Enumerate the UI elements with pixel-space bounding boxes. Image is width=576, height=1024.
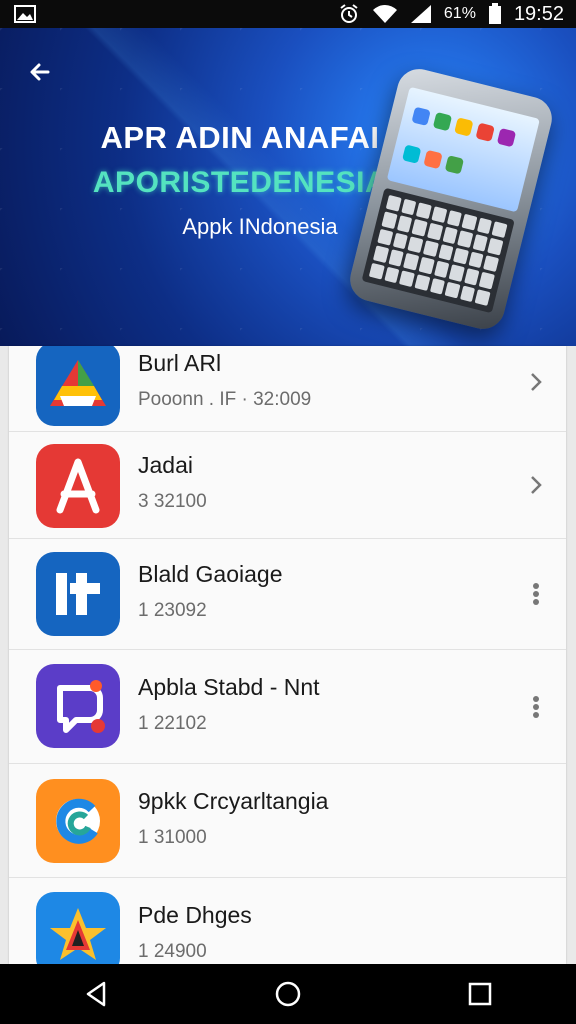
list-item[interactable]: Burl ARl Pooonn . IF · 32:009 xyxy=(9,346,566,432)
app-name: Apbla Stabd - Nnt xyxy=(138,674,320,700)
app-meta: Pooonn . IF · 32:009 xyxy=(138,389,312,410)
clock: 19:52 xyxy=(513,2,564,25)
home-circle-icon xyxy=(275,981,301,1007)
phone-illustration xyxy=(345,64,557,334)
list-item[interactable]: 9pkk Crcyarltangia 1 31000 xyxy=(9,764,566,878)
battery-percent: 61% xyxy=(443,5,476,22)
letters-it-icon xyxy=(36,552,120,636)
app-meta: 3 32100 xyxy=(138,491,207,512)
signal-icon xyxy=(410,4,432,24)
list-item[interactable]: Jadai 3 32100 xyxy=(9,432,566,539)
header-banner: APR ADIN ANAFAI APORISTEDENESIA Appk INd… xyxy=(0,28,576,346)
back-triangle-icon xyxy=(86,981,106,1007)
list-item[interactable]: Blald Gaoiage 1 23092 xyxy=(9,539,566,650)
app-name: Jadai xyxy=(138,452,193,478)
list-item[interactable]: Pde Dhges 1 24900 xyxy=(9,878,566,964)
wifi-icon xyxy=(372,4,398,24)
app-meta: 1 22102 xyxy=(138,713,207,734)
nav-back-button[interactable] xyxy=(66,964,126,1024)
arrow-left-icon xyxy=(30,63,50,81)
list-item[interactable]: Apbla Stabd - Nnt 1 22102 xyxy=(9,650,566,764)
app-name: Burl ARl xyxy=(138,350,222,376)
swirl-c-icon xyxy=(36,779,120,863)
chat-bubble-icon xyxy=(36,664,120,748)
navigation-bar xyxy=(0,964,576,1024)
chevron-right-icon[interactable] xyxy=(526,470,546,500)
phone-keyboard xyxy=(361,187,515,314)
battery-icon xyxy=(488,3,502,25)
more-vert-icon[interactable] xyxy=(526,692,546,722)
app-list: Burl ARl Pooonn . IF · 32:009 Jadai 3 32… xyxy=(9,346,566,964)
app-name: 9pkk Crcyarltangia xyxy=(138,788,329,814)
chevron-right-icon[interactable] xyxy=(526,367,546,397)
drive-triangle-icon xyxy=(36,346,120,426)
app-meta: 1 31000 xyxy=(138,827,207,848)
status-bar: 61% 19:52 xyxy=(0,0,576,28)
letter-a-icon xyxy=(36,444,120,528)
recents-square-icon xyxy=(468,982,492,1006)
alarm-icon xyxy=(338,3,360,25)
star-shape-icon xyxy=(36,892,120,964)
app-name: Blald Gaoiage xyxy=(138,561,283,587)
back-button[interactable] xyxy=(22,54,58,90)
app-meta: 1 24900 xyxy=(138,941,207,962)
gallery-icon xyxy=(14,5,36,23)
nav-recents-button[interactable] xyxy=(450,964,510,1024)
nav-home-button[interactable] xyxy=(258,964,318,1024)
more-vert-icon[interactable] xyxy=(526,579,546,609)
app-name: Pde Dhges xyxy=(138,902,252,928)
app-meta: 1 23092 xyxy=(138,600,207,621)
